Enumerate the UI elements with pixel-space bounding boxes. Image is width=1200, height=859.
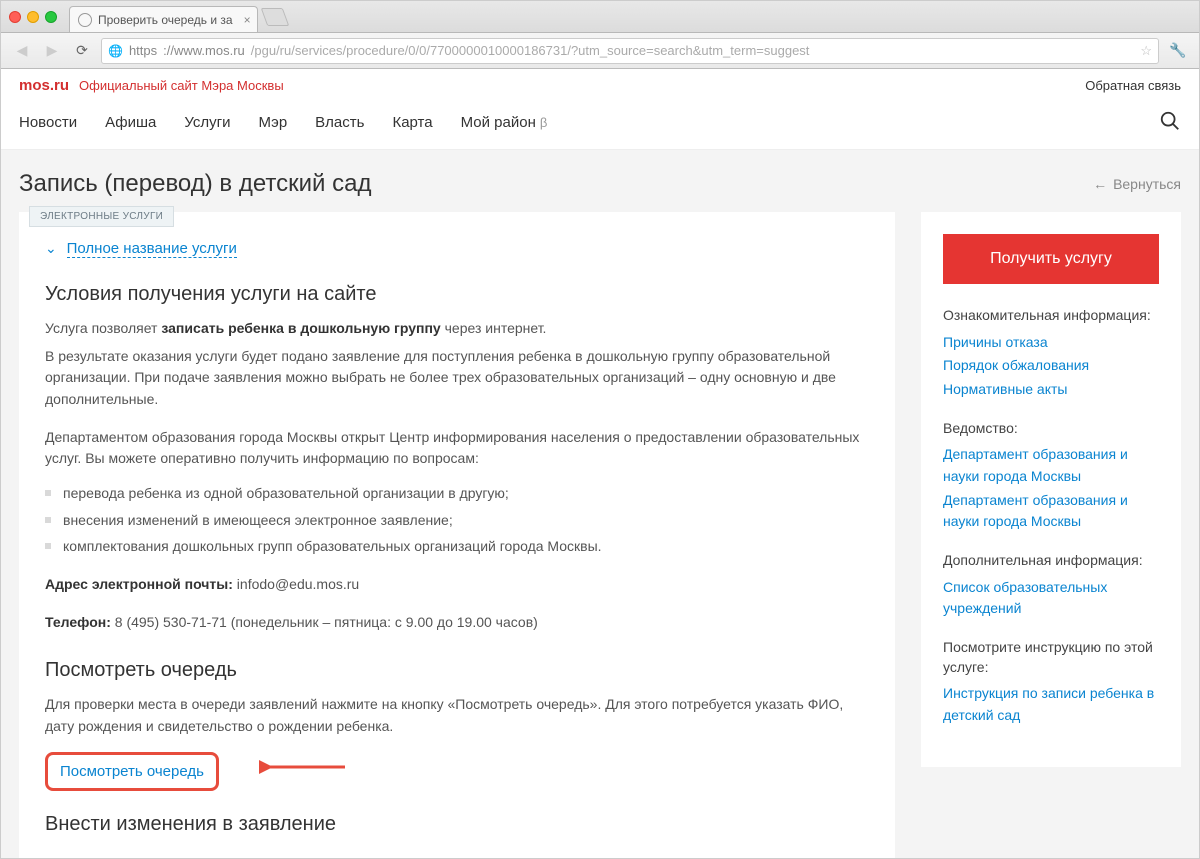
sidebar-card: Получить услугу Ознакомительная информац…: [921, 212, 1181, 767]
email-label: Адрес электронной почты:: [45, 576, 233, 592]
section-edit-heading: Внести изменения в заявление: [45, 813, 869, 836]
full-name-toggle[interactable]: Полное название услуги: [67, 240, 237, 258]
feedback-link[interactable]: Обратная связь: [1085, 78, 1181, 93]
site-tagline: Официальный сайт Мэра Москвы: [79, 78, 284, 93]
annotation-arrow-icon: [259, 755, 349, 782]
text: через интернет.: [441, 320, 547, 336]
bullet-list: перевода ребенка из одной образовательно…: [45, 480, 869, 560]
text: Услуга позволяет: [45, 320, 161, 336]
browser-tab[interactable]: Проверить очередь и за ×: [69, 6, 258, 32]
minimize-window-icon[interactable]: [27, 11, 39, 23]
reload-button[interactable]: ⟳: [71, 40, 93, 62]
sidebar-link[interactable]: Инструкция по записи ребенка в детский с…: [943, 683, 1159, 726]
close-tab-icon[interactable]: ×: [244, 13, 251, 27]
maximize-window-icon[interactable]: [45, 11, 57, 23]
chevron-down-icon: ⌄: [45, 240, 57, 257]
sidebar-dept-label: Ведомство:: [943, 419, 1159, 439]
main-nav: Новости Афиша Услуги Мэр Власть Карта Мо…: [1, 98, 1199, 150]
main-card: ЭЛЕКТРОННЫЕ УСЛУГИ ⌄ Полное название усл…: [19, 212, 895, 858]
bookmark-icon[interactable]: ☆: [1140, 43, 1152, 59]
back-link-label: Вернуться: [1113, 176, 1181, 192]
get-service-button[interactable]: Получить услугу: [943, 234, 1159, 284]
email-value: infodo@edu.mos.ru: [233, 576, 359, 592]
section-conditions-heading: Условия получения услуги на сайте: [45, 283, 869, 306]
back-button[interactable]: ◀: [11, 40, 33, 62]
sidebar-link[interactable]: Департамент образования и науки города М…: [943, 444, 1159, 487]
settings-icon[interactable]: 🔧: [1167, 40, 1189, 62]
new-tab-button[interactable]: [260, 8, 289, 26]
search-button[interactable]: [1159, 110, 1181, 135]
arrow-left-icon: ←: [1093, 176, 1107, 192]
window-controls: [9, 11, 57, 23]
url-protocol: https: [129, 43, 157, 58]
sidebar-info-label: Ознакомительная информация:: [943, 306, 1159, 326]
sidebar-instr-label: Посмотрите инструкцию по этой услуге:: [943, 638, 1159, 677]
phone-label: Телефон:: [45, 614, 111, 630]
page-header: Запись (перевод) в детский сад ← Вернуть…: [19, 150, 1181, 212]
nav-mayor[interactable]: Мэр: [259, 114, 288, 131]
list-item: комплектования дошкольных групп образова…: [45, 533, 869, 560]
nav-gov[interactable]: Власть: [315, 114, 364, 131]
globe-icon: 🌐: [108, 44, 123, 58]
sidebar-link[interactable]: Департамент образования и науки города М…: [943, 490, 1159, 533]
service-tag: ЭЛЕКТРОННЫЕ УСЛУГИ: [29, 206, 174, 227]
address-bar[interactable]: 🌐 https ://www.mos.ru/pgu/ru/services/pro…: [101, 38, 1159, 64]
phone-value: 8 (495) 530-71-71 (понедельник – пятница…: [111, 614, 538, 630]
globe-icon: [78, 13, 92, 27]
browser-toolbar: ◀ ▶ ⟳ 🌐 https ://www.mos.ru/pgu/ru/servic…: [1, 33, 1199, 69]
back-link[interactable]: ← Вернуться: [1093, 176, 1181, 192]
section-queue-heading: Посмотреть очередь: [45, 659, 869, 682]
section-conditions-body: Услуга позволяет записать ребенка в дошк…: [45, 318, 869, 633]
text: В результате оказания услуги будет подан…: [45, 346, 869, 411]
sidebar-link[interactable]: Нормативные акты: [943, 379, 1159, 401]
tab-title: Проверить очередь и за: [98, 13, 233, 27]
collapse-row[interactable]: ⌄ Полное название услуги: [45, 240, 869, 257]
browser-title-bar: Проверить очередь и за ×: [1, 1, 1199, 33]
nav-events[interactable]: Афиша: [105, 114, 156, 131]
sidebar-extra-label: Дополнительная информация:: [943, 551, 1159, 571]
site-logo[interactable]: mos.ru: [19, 77, 69, 94]
text: Для проверки места в очереди заявлений н…: [45, 694, 869, 737]
close-window-icon[interactable]: [9, 11, 21, 23]
list-item: перевода ребенка из одной образовательно…: [45, 480, 869, 507]
forward-button[interactable]: ▶: [41, 40, 63, 62]
page-title: Запись (перевод) в детский сад: [19, 170, 371, 198]
search-icon: [1159, 110, 1181, 132]
beta-badge: β: [540, 115, 547, 130]
url-host: ://www.mos.ru: [163, 43, 245, 58]
list-item: внесения изменений в имеющееся электронн…: [45, 507, 869, 534]
sidebar-link[interactable]: Порядок обжалования: [943, 355, 1159, 377]
text: Департаментом образования города Москвы …: [45, 427, 869, 470]
sidebar-link[interactable]: Список образовательных учреждений: [943, 577, 1159, 620]
site-top-line: mos.ru Официальный сайт Мэра Москвы Обра…: [1, 69, 1199, 98]
nav-services[interactable]: Услуги: [184, 114, 230, 131]
nav-map[interactable]: Карта: [392, 114, 432, 131]
nav-district[interactable]: Мой район: [461, 114, 536, 131]
nav-news[interactable]: Новости: [19, 114, 77, 131]
page-content: mos.ru Официальный сайт Мэра Москвы Обра…: [1, 69, 1199, 858]
text-bold: записать ребенка в дошкольную группу: [161, 320, 440, 336]
view-queue-button[interactable]: Посмотреть очередь: [45, 752, 219, 791]
sidebar-link[interactable]: Причины отказа: [943, 332, 1159, 354]
url-path: /pgu/ru/services/procedure/0/0/770000001…: [251, 43, 810, 58]
